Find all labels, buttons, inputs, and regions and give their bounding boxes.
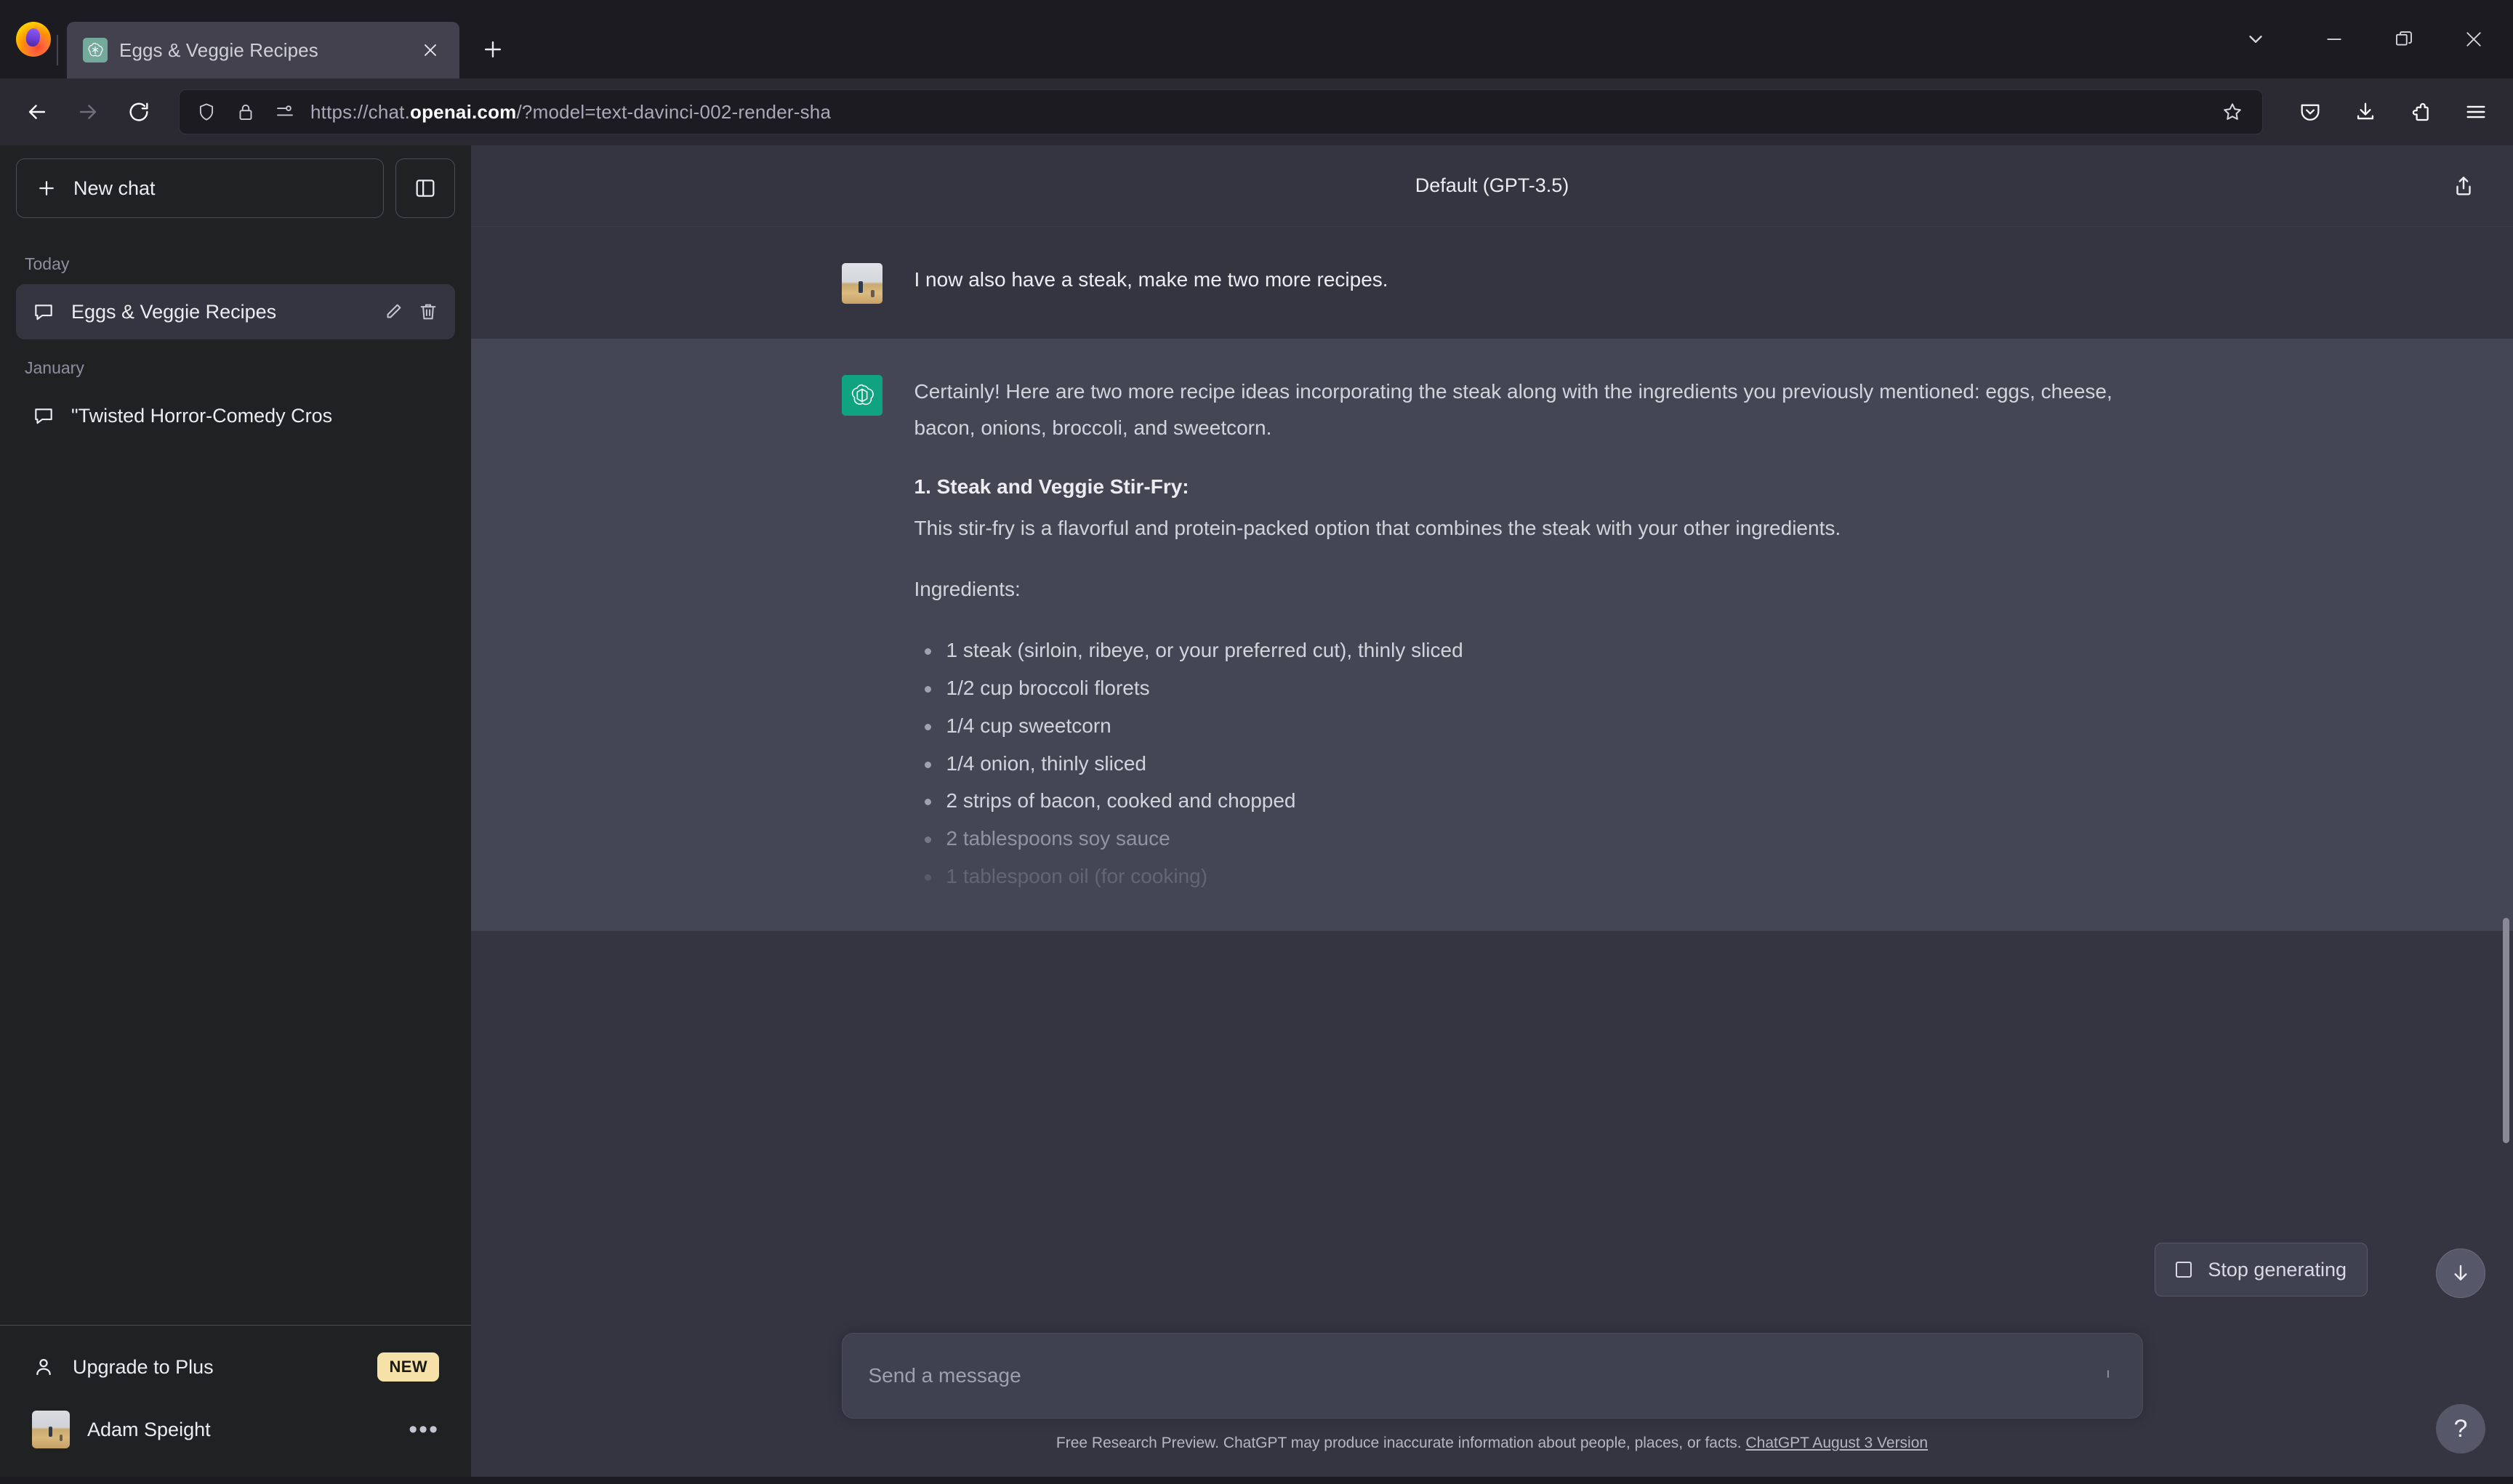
browser-tab[interactable]: Eggs & Veggie Recipes xyxy=(57,22,459,78)
ingredients-label: Ingredients: xyxy=(914,578,1021,601)
downloads-icon[interactable] xyxy=(2341,88,2389,136)
openai-favicon xyxy=(83,38,108,62)
recipe-heading-1: 1. Steak and Veggie Stir-Fry: xyxy=(914,475,1189,498)
close-icon[interactable] xyxy=(2439,0,2509,78)
user-avatar xyxy=(841,263,882,304)
trash-icon xyxy=(420,304,436,320)
sidebar-bottom: Upgrade to Plus NEW Adam Speight ••• xyxy=(0,1325,471,1477)
permissions-icon[interactable] xyxy=(271,98,299,126)
new-chat-label: New chat xyxy=(73,177,156,199)
scroll-to-bottom-button[interactable] xyxy=(2436,1249,2485,1298)
scrollbar-thumb[interactable] xyxy=(2503,917,2509,1143)
account-name: Adam Speight xyxy=(87,1418,211,1440)
web-page: New chat Today Eggs & Veggie Recipes Jan… xyxy=(0,145,2513,1477)
user-message: I now also have a steak, make me two mor… xyxy=(471,227,2513,339)
group-label-january: January xyxy=(25,358,84,377)
send-icon[interactable] xyxy=(2099,1365,2118,1387)
conversation-title: Eggs & Veggie Recipes xyxy=(71,300,277,323)
sidebar-item-eggs-veggie-recipes[interactable]: Eggs & Veggie Recipes xyxy=(16,284,455,339)
model-label: Default (GPT-3.5) xyxy=(1415,174,1569,196)
list-item: 1/2 cup broccoli florets xyxy=(924,670,2143,706)
chatgpt-avatar-icon xyxy=(841,375,882,416)
edit-pencil-icon xyxy=(387,304,401,318)
list-item: 2 tablespoons soy sauce xyxy=(924,820,2143,857)
sidebar-top: New chat xyxy=(0,158,471,218)
message-composer[interactable]: Send a message xyxy=(841,1333,2143,1419)
shield-icon[interactable] xyxy=(193,98,220,126)
extensions-icon[interactable] xyxy=(2397,88,2445,136)
navigation-toolbar: https://chat.openai.com/?model=text-davi… xyxy=(0,78,2513,145)
list-item: 2 strips of bacon, cooked and chopped xyxy=(924,783,2143,819)
user-message-body: I now also have a steak, make me two mor… xyxy=(914,262,2143,304)
stop-generating-label: Stop generating xyxy=(2208,1258,2347,1281)
new-badge: NEW xyxy=(377,1352,439,1382)
back-icon[interactable] xyxy=(13,88,61,136)
firefox-logo-icon xyxy=(16,22,51,57)
list-item: 1/4 onion, thinly sliced xyxy=(924,746,2143,782)
reload-icon[interactable] xyxy=(115,88,163,136)
url-host: openai.com xyxy=(410,100,517,123)
forward-icon[interactable] xyxy=(64,88,112,136)
app-menu-icon[interactable] xyxy=(2452,88,2500,136)
recipe-description-1: This stir-fry is a flavorful and protein… xyxy=(914,517,1841,540)
version-link[interactable]: ChatGPT August 3 Version xyxy=(1745,1435,1928,1451)
user-message-text: I now also have a steak, make me two mor… xyxy=(914,268,1388,291)
footer-disclaimer: Free Research Preview. ChatGPT may produ… xyxy=(471,1419,2513,1462)
list-item: 1/4 cup sweetcorn xyxy=(924,708,2143,744)
tab-close-icon[interactable] xyxy=(414,34,446,66)
tab-title: Eggs & Veggie Recipes xyxy=(119,39,318,61)
collapse-sidebar-button[interactable] xyxy=(395,158,455,218)
stop-generating-button[interactable]: Stop generating xyxy=(2155,1243,2368,1297)
bookmark-star-icon[interactable] xyxy=(2216,95,2249,129)
assistant-message: Certainly! Here are two more recipe idea… xyxy=(471,339,2513,931)
minimize-icon[interactable] xyxy=(2299,0,2369,78)
help-button[interactable]: ? xyxy=(2436,1404,2485,1453)
conversation-actions xyxy=(382,301,439,323)
page-scrollbar[interactable] xyxy=(2501,145,2512,1477)
help-label: ? xyxy=(2453,1414,2468,1443)
account-menu-icon[interactable]: ••• xyxy=(409,1417,439,1442)
new-tab-button[interactable] xyxy=(470,26,516,73)
composer-area: Send a message Free Research Preview. Ch… xyxy=(471,1333,2513,1477)
chat-main: Default (GPT-3.5) I now also have a stea… xyxy=(471,145,2513,1477)
window-controls xyxy=(2212,0,2513,78)
assistant-intro-paragraph: Certainly! Here are two more recipe idea… xyxy=(914,380,2112,439)
account-button[interactable]: Adam Speight ••• xyxy=(16,1398,455,1461)
status-bar xyxy=(0,1477,2513,1484)
url-bar[interactable]: https://chat.openai.com/?model=text-davi… xyxy=(179,89,2263,134)
ingredients-list: 1 steak (sirloin, ribeye, or your prefer… xyxy=(914,632,2143,895)
chat-header: Default (GPT-3.5) xyxy=(471,145,2513,227)
upgrade-label: Upgrade to Plus xyxy=(73,1355,214,1378)
stop-square-icon xyxy=(2176,1262,2192,1278)
pocket-icon[interactable] xyxy=(2286,88,2334,136)
restore-icon[interactable] xyxy=(2369,0,2439,78)
chevron-down-icon[interactable] xyxy=(2212,0,2299,78)
url-prefix: https://chat. xyxy=(310,100,411,123)
tab-strip: Eggs & Veggie Recipes xyxy=(0,0,2513,78)
list-item: 1 steak (sirloin, ribeye, or your prefer… xyxy=(924,632,2143,669)
sidebar-item-twisted-horror-comedy[interactable]: "Twisted Horror-Comedy Cros xyxy=(16,388,455,443)
group-label-today: Today xyxy=(25,254,70,273)
avatar xyxy=(32,1411,70,1448)
url-text[interactable]: https://chat.openai.com/?model=text-davi… xyxy=(310,101,2204,124)
message-input-placeholder[interactable]: Send a message xyxy=(869,1364,1021,1387)
footer-text: Free Research Preview. ChatGPT may produ… xyxy=(1056,1435,1746,1451)
lock-icon[interactable] xyxy=(232,98,260,126)
conversation-title: "Twisted Horror-Comedy Cros xyxy=(71,404,333,427)
url-suffix: /?model=text-davinci-002-render-sha xyxy=(516,100,832,123)
toolbar-right-icons xyxy=(2279,88,2500,136)
browser-window: Eggs & Veggie Recipes https://chat.opena… xyxy=(0,0,2513,1484)
upgrade-to-plus-button[interactable]: Upgrade to Plus NEW xyxy=(16,1336,455,1398)
conversation-list[interactable]: Today Eggs & Veggie Recipes January "Twi… xyxy=(0,235,471,1325)
chatgpt-sidebar: New chat Today Eggs & Veggie Recipes Jan… xyxy=(0,145,471,1477)
share-icon[interactable] xyxy=(2445,167,2482,205)
assistant-message-body: Certainly! Here are two more recipe idea… xyxy=(914,374,2143,896)
new-chat-button[interactable]: New chat xyxy=(16,158,384,218)
list-item: 1 tablespoon oil (for cooking) xyxy=(924,858,2143,895)
